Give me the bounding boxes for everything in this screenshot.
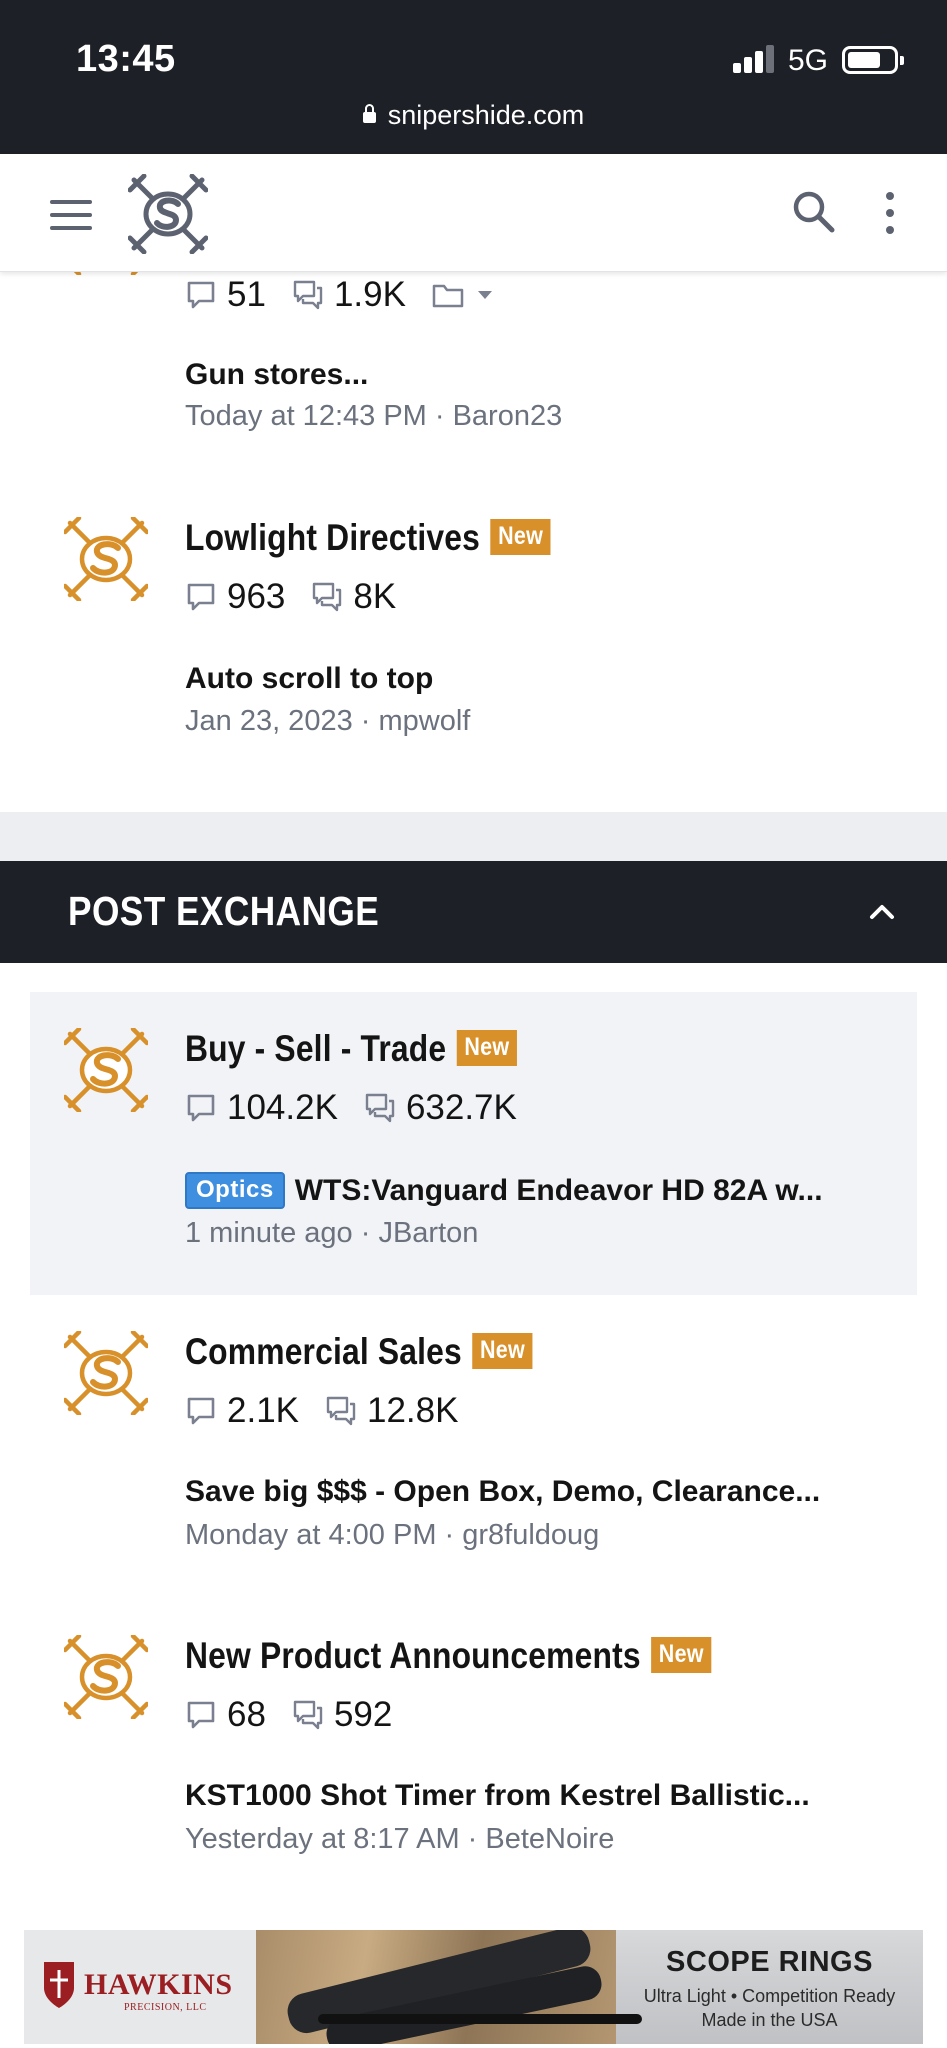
forum-title-text: Commercial Sales — [185, 1331, 462, 1372]
messages-icon — [292, 1699, 324, 1731]
latest-thread-title[interactable]: KST1000 Shot Timer from Kestrel Ballisti… — [185, 1779, 877, 1813]
status-bar: 13:45 5G snipershide.com — [0, 0, 947, 154]
ad-brand-panel: HAWKINS PRECISION, LLC — [24, 1930, 256, 2044]
forum-title[interactable]: Lowlight Directives New — [185, 517, 551, 559]
section-gap — [0, 812, 947, 862]
search-icon[interactable] — [790, 188, 836, 234]
forum-stats: 104.2K 632.7K — [185, 1088, 543, 1128]
ad-brand-sub: PRECISION, LLC — [124, 2002, 207, 2013]
latest-thread-meta[interactable]: Yesterday at 8:17 AM · BeteNoire — [185, 1823, 614, 1856]
forum-stats: 2.1K 12.8K — [185, 1391, 484, 1431]
ad-tagline: Ultra Light • Competition Ready — [643, 1986, 896, 2006]
latest-thread-meta[interactable]: Today at 12:43 PM · Baron23 — [185, 400, 562, 433]
threads-icon — [185, 1395, 217, 1427]
messages-count: 592 — [333, 1695, 393, 1734]
home-indicator[interactable] — [318, 2014, 642, 2024]
category-header[interactable]: POST EXCHANGE — [0, 861, 947, 963]
chevron-down-icon[interactable] — [476, 289, 494, 301]
messages-count: 632.7K — [405, 1088, 517, 1127]
messages-count: 12.8K — [367, 1391, 459, 1430]
threads-icon — [185, 1092, 217, 1124]
category-title: POST EXCHANGE — [68, 888, 380, 934]
threads-count: 963 — [227, 577, 286, 616]
site-logo[interactable] — [128, 174, 208, 254]
forum-title-text: Lowlight Directives — [185, 517, 481, 558]
forum-node[interactable]: Lowlight Directives New 963 8K Auto scrol… — [0, 505, 947, 765]
address-bar[interactable]: snipershide.com — [0, 100, 947, 131]
forum-title[interactable]: Buy - Sell - Trade New — [185, 1028, 518, 1070]
forum-logo-icon — [64, 1331, 148, 1415]
latest-thread-title[interactable]: Optics WTS:Vanguard Endeavor HD 82A w... — [185, 1172, 877, 1209]
threads-count: 51 — [227, 275, 266, 314]
messages-icon — [364, 1092, 396, 1124]
chevron-up-icon[interactable] — [868, 899, 896, 923]
latest-thread-title[interactable]: Auto scroll to top — [185, 662, 877, 696]
forum-logo-icon — [64, 1028, 148, 1112]
battery-icon — [842, 46, 904, 74]
forum-stats: 51 1.9K — [185, 275, 494, 315]
forum-stats: 68 592 — [185, 1695, 418, 1735]
forum-title-text: Buy - Sell - Trade — [185, 1028, 447, 1069]
latest-thread-title-text: WTS:Vanguard Endeavor HD 82A w... — [294, 1174, 823, 1207]
url-text: snipershide.com — [387, 100, 585, 130]
latest-thread-meta[interactable]: Monday at 4:00 PM · gr8fuldoug — [185, 1519, 599, 1552]
forum-logo-icon — [64, 1635, 148, 1719]
threads-count: 68 — [227, 1695, 266, 1734]
ad-banner[interactable]: HAWKINS PRECISION, LLC SCOPE RINGS Ultra… — [24, 1930, 923, 2044]
new-badge: New — [472, 1333, 533, 1369]
network-type: 5G — [788, 44, 829, 77]
forum-node[interactable]: New Product Announcements New 68 592 KST1… — [0, 1622, 947, 1882]
messages-icon — [325, 1395, 357, 1427]
threads-icon — [185, 1699, 217, 1731]
ad-tagline-2: Made in the USA — [701, 2010, 838, 2030]
thread-prefix-badge: Optics — [185, 1172, 285, 1209]
forum-title[interactable]: New Product Announcements New — [185, 1635, 712, 1677]
clock: 13:45 — [76, 38, 176, 80]
forum-title-text: New Product Announcements — [185, 1635, 641, 1676]
threads-count: 104.2K — [227, 1088, 338, 1127]
forum-node[interactable]: Buy - Sell - Trade New 104.2K 632.7K Opti… — [0, 1015, 947, 1275]
forum-stats: 963 8K — [185, 577, 422, 617]
ad-headline: SCOPE RINGS — [666, 1946, 873, 1978]
latest-thread-meta[interactable]: Jan 23, 2023 · mpwolf — [185, 705, 470, 738]
messages-count: 8K — [353, 577, 397, 616]
ad-copy-panel: SCOPE RINGS Ultra Light • Competition Re… — [616, 1930, 923, 2044]
forum-logo-icon — [64, 517, 148, 601]
threads-icon — [185, 581, 217, 613]
shield-icon — [44, 1962, 74, 2008]
messages-count: 1.9K — [333, 275, 406, 314]
hamburger-menu-icon[interactable] — [50, 200, 92, 230]
lock-icon — [362, 104, 376, 123]
site-header — [0, 154, 947, 272]
more-vertical-icon[interactable] — [882, 192, 898, 234]
messages-icon — [292, 279, 324, 311]
ad-brand-name: HAWKINS — [84, 1968, 233, 2001]
messages-icon — [311, 581, 343, 613]
new-badge: New — [456, 1030, 518, 1066]
threads-count: 2.1K — [227, 1391, 299, 1430]
latest-thread-title[interactable]: Gun stores... — [185, 358, 877, 392]
forum-title[interactable]: Commercial Sales New — [185, 1331, 533, 1373]
cellular-signal-icon — [733, 45, 777, 73]
subforums-folder-icon[interactable] — [432, 281, 466, 309]
threads-icon — [185, 279, 217, 311]
forum-node[interactable]: Commercial Sales New 2.1K 12.8K Save big … — [0, 1318, 947, 1578]
forum-node-partial[interactable]: 51 1.9K Gun stores... Today at 12:43 PM … — [0, 255, 947, 465]
new-badge: New — [651, 1637, 712, 1673]
latest-thread-title[interactable]: Save big $$$ - Open Box, Demo, Clearance… — [185, 1475, 877, 1509]
new-badge: New — [490, 519, 551, 555]
latest-thread-meta[interactable]: 1 minute ago · JBarton — [185, 1217, 478, 1250]
